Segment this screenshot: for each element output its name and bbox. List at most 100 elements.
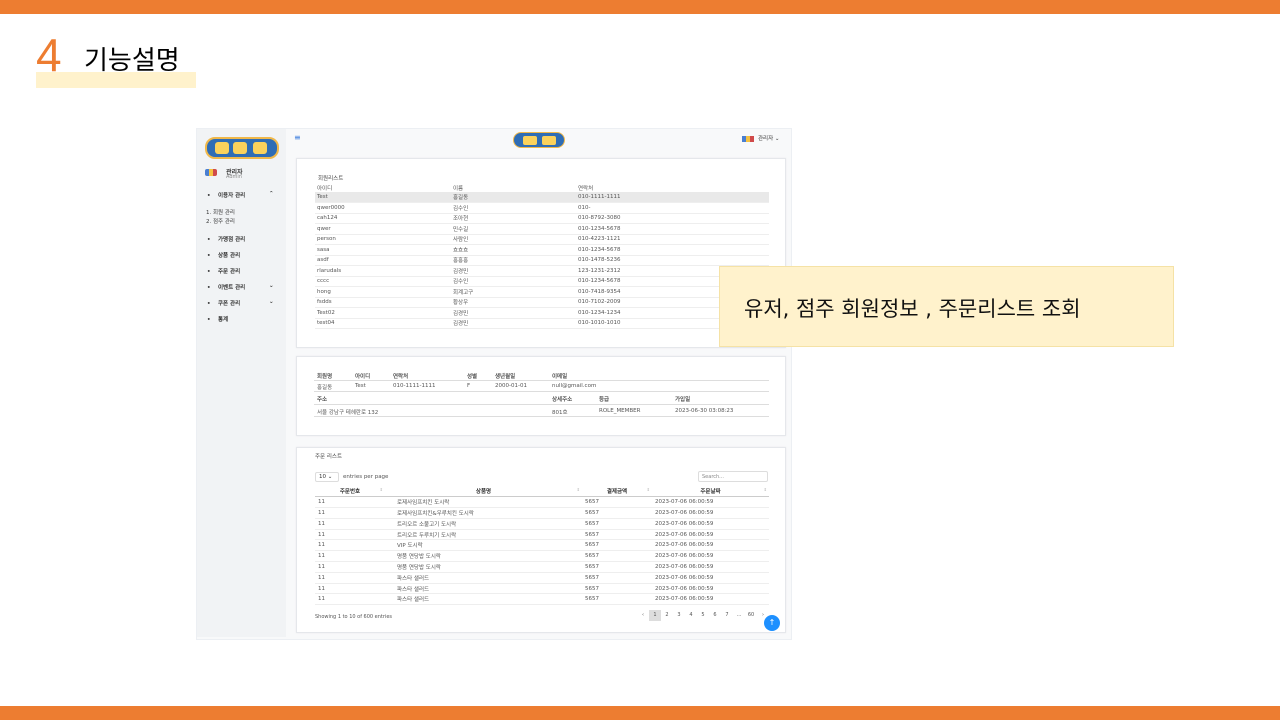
sidebar-item-3[interactable]: • 상품 관리 — [207, 251, 240, 259]
column-header[interactable]: 아이디 — [315, 183, 451, 192]
table-cell: 파스타 샐러드 — [385, 572, 582, 584]
table-row[interactable]: 11 로제사임프치킨&우루치킨 도시락 5657 2023-07-06 06:00:5… — [315, 507, 769, 519]
table-cell: 2023-07-06 06:00:59 — [652, 518, 769, 530]
table-row[interactable]: Test 홍길동 010-1111-1111 — [315, 192, 769, 203]
table-cell: rlarudals — [315, 265, 451, 277]
table-cell: hong — [315, 286, 451, 298]
page-button[interactable]: 7 — [721, 610, 733, 621]
table-row[interactable]: qwer 민수길 010-1234-5678 — [315, 223, 769, 235]
page-button[interactable]: 6 — [709, 610, 721, 621]
page-button[interactable]: 1 — [649, 610, 661, 621]
sidebar-item-1[interactable]: • 이용자 관리 ⌃ — [207, 191, 274, 199]
scroll-top-button[interactable]: ↑ — [764, 615, 780, 631]
table-row[interactable]: 11 파스타 샐러드 5657 2023-07-06 06:00:59 — [315, 572, 769, 584]
sort-icon[interactable]: ⇕ — [577, 487, 580, 492]
table-cell: 5657 — [582, 583, 652, 595]
page-button[interactable]: ... — [733, 610, 745, 621]
page-button[interactable]: 4 — [685, 610, 697, 621]
sidebar-subitem[interactable]: 1. 회원 관리 — [206, 208, 235, 216]
table-row[interactable]: 11 VIP 도시락 5657 2023-07-06 06:00:59 — [315, 539, 769, 552]
table-cell: 홍홍홍 — [451, 255, 576, 266]
sidebar-item-label: 쿠폰 관리 — [218, 301, 241, 307]
sidebar-item-7[interactable]: • 통계 — [207, 315, 228, 323]
chevron-icon: ⌄ — [269, 283, 274, 289]
table-row[interactable]: 11 명품 연당밥 도시락 5657 2023-07-06 06:00:59 — [315, 561, 769, 573]
table-row[interactable]: person 사람인 010-4223-1121 — [315, 234, 769, 245]
top-navbar: ≡ 관리자 ⌄ — [286, 129, 791, 151]
table-row[interactable]: qwer0000 김수인 010- — [315, 202, 769, 214]
pagination-info: Showing 1 to 10 of 600 entries — [315, 614, 393, 620]
detail-value: 801호 — [552, 410, 568, 416]
table-row[interactable]: 11 트리오르 두루치기 도시락 5657 2023-07-06 06:00:59 — [315, 529, 769, 541]
member-list-title: 회원리스트 — [318, 176, 344, 182]
table-cell: 2023-07-06 06:00:59 — [652, 496, 769, 509]
table-row[interactable]: cah124 조아현 010-8792-3080 — [315, 213, 769, 224]
table-cell: 2023-07-06 06:00:59 — [652, 593, 769, 606]
table-cell: qwer — [315, 223, 451, 235]
sidebar-item-5[interactable]: • 이벤트 관리 ⌄ — [207, 283, 274, 291]
sort-icon[interactable]: ⇕ — [380, 487, 383, 492]
table-cell: 11 — [315, 561, 385, 573]
table-cell: 010-1111-1111 — [576, 192, 769, 203]
page-button[interactable]: 60 — [745, 610, 757, 621]
column-header[interactable]: 이름 — [451, 183, 576, 192]
table-row[interactable]: fsdds 황상우 010-7102-2009 — [315, 297, 769, 308]
sidebar-subitem[interactable]: 2. 점주 관리 — [206, 217, 235, 225]
user-role: Admin — [226, 174, 242, 180]
star-icon: • — [207, 285, 211, 291]
table-row[interactable]: cccc 김수인 010-1234-5678 — [315, 276, 769, 287]
menu-toggle-icon[interactable]: ≡ — [294, 133, 301, 142]
column-header[interactable]: 결제금액 ⇕ — [582, 486, 652, 498]
table-row[interactable]: asdf 홍홍홍 010-1478-5236 — [315, 255, 769, 266]
table-header-row: 주문번호 ⇕ 상품명 ⇕ 결제금액 ⇕ 주문날짜 ⇕ — [315, 486, 769, 498]
table-cell: 2023-07-06 06:00:59 — [652, 507, 769, 519]
search-input[interactable]: Search... — [698, 471, 768, 482]
table-cell: 황상우 — [451, 297, 576, 308]
table-cell: fsdds — [315, 297, 451, 308]
table-row[interactable]: 11 트리오르 소불고기 도시락 5657 2023-07-06 06:00:59 — [315, 518, 769, 530]
table-cell: 11 — [315, 507, 385, 519]
page-button[interactable]: 3 — [673, 610, 685, 621]
table-cell: 김수인 — [451, 276, 576, 287]
table-cell: 파스타 샐러드 — [385, 583, 582, 595]
column-header[interactable]: 상품명 ⇕ — [385, 486, 582, 498]
table-cell: 5657 — [582, 572, 652, 584]
sidebar-item-label: 이용자 관리 — [218, 193, 246, 199]
table-cell: 010-4223-1121 — [576, 234, 769, 245]
address-label: 주소 — [317, 397, 328, 403]
detail-value: F — [467, 383, 471, 389]
sort-icon[interactable]: ⇕ — [764, 487, 767, 492]
store-icon: • — [207, 237, 211, 243]
table-cell: 회계고구 — [451, 286, 576, 298]
column-header[interactable]: 주문번호 ⇕ — [315, 486, 385, 498]
table-row[interactable]: test04 김경민 010-1010-1010 — [315, 318, 769, 329]
admin-dropdown[interactable]: 관리자 ⌄ — [742, 134, 780, 142]
sort-icon[interactable]: ⇕ — [647, 487, 650, 492]
table-row[interactable]: 11 명품 연당밥 도시락 5657 2023-07-06 06:00:59 — [315, 550, 769, 563]
table-row[interactable]: 11 파스타 샐러드 5657 2023-07-06 06:00:59 — [315, 593, 769, 606]
column-header[interactable]: 연락처 — [576, 183, 769, 192]
center-logo[interactable] — [513, 132, 565, 148]
table-row[interactable]: sasa 흐흐흐 010-1234-5678 — [315, 244, 769, 256]
sidebar-item-6[interactable]: • 쿠폰 관리 ⌄ — [207, 299, 274, 307]
table-cell: 2023-07-06 06:00:59 — [652, 572, 769, 584]
table-cell: 2023-07-06 06:00:59 — [652, 561, 769, 573]
entries-select[interactable]: 10 ⌄ — [315, 472, 339, 482]
table-row[interactable]: 11 로제사임프치킨 도시락 5657 2023-07-06 06:00:59 — [315, 496, 769, 509]
table-row[interactable]: hong 회계고구 010-7418-9354 — [315, 286, 769, 298]
table-row[interactable]: rlarudals 김경민 123-1231-2312 — [315, 265, 769, 277]
column-header[interactable]: 주문날짜 ⇕ — [652, 486, 769, 498]
table-row[interactable]: Test02 김경민 010-1234-1234 — [315, 307, 769, 319]
chevron-icon: ⌄ — [269, 299, 274, 305]
sidebar-item-4[interactable]: • 주문 관리 — [207, 267, 240, 275]
sidebar-item-2[interactable]: • 가맹점 관리 — [207, 235, 245, 243]
cart-icon: • — [207, 269, 211, 275]
table-row[interactable]: 11 파스타 샐러드 5657 2023-07-06 06:00:59 — [315, 583, 769, 595]
page-button[interactable]: 5 — [697, 610, 709, 621]
table-cell: 2023-07-06 06:00:59 — [652, 583, 769, 595]
table-cell: 트리오르 두루치기 도시락 — [385, 529, 582, 541]
callout-box: 유저, 점주 회원정보 , 주문리스트 조회 — [719, 266, 1174, 347]
brand-logo[interactable] — [205, 137, 279, 159]
page-button[interactable]: 2 — [661, 610, 673, 621]
page-button[interactable]: ‹ — [637, 610, 649, 621]
